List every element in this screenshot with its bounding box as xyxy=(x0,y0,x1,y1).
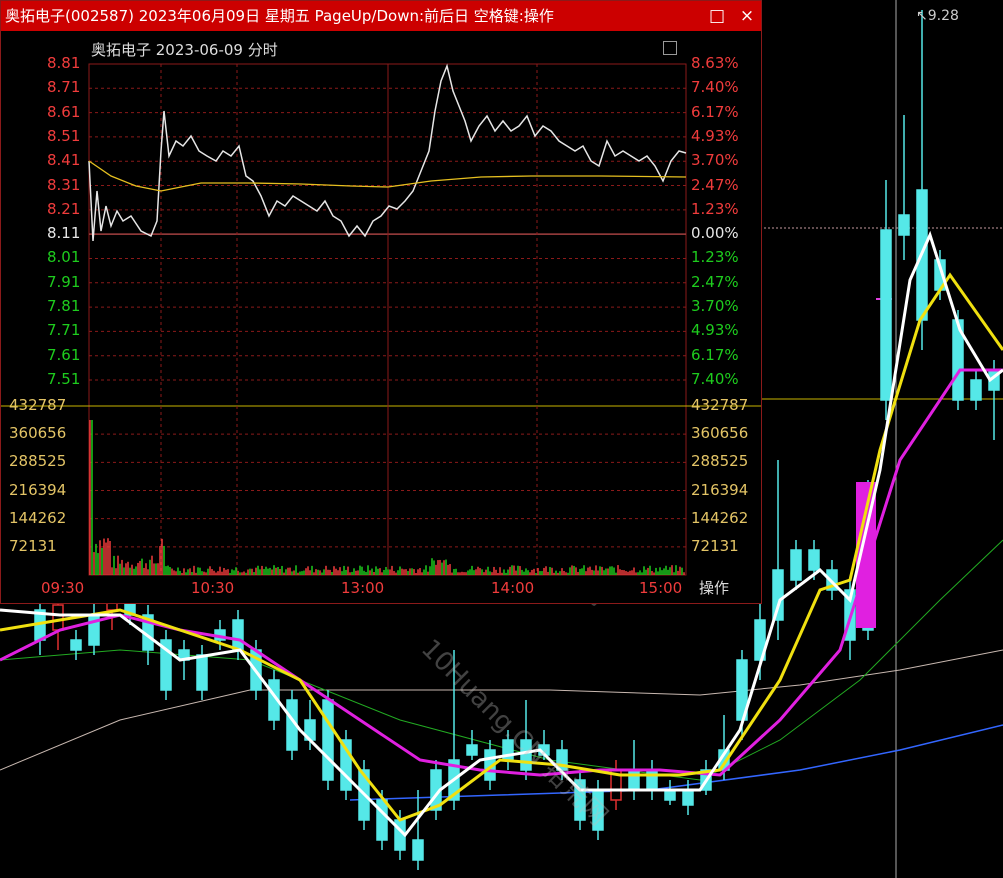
kline-candle-body xyxy=(466,744,478,756)
volume-axis-label-right: 432787 xyxy=(691,396,749,414)
intraday-chart-area[interactable]: 奥拓电子 2023-06-09 分时 8.81 8.71 8.61 8.51 8.41 8… xyxy=(1,31,761,603)
intraday-chart-title: 奥拓电子 2023-06-09 分时 xyxy=(91,41,278,59)
volume-axis-label-left: 216394 xyxy=(9,480,67,499)
kline-candle-body xyxy=(970,379,982,401)
price-axis-label: 8.41 xyxy=(47,151,81,170)
volume-axis-label-right: 288525 xyxy=(691,452,749,471)
panel-toggle-icon[interactable] xyxy=(663,41,677,55)
kline-candle-body xyxy=(322,699,334,781)
popup-title: 奥拓电子(002587) 2023年06月09日 星期五 PageUp/Down… xyxy=(5,7,554,25)
time-axis-label: 09:30 xyxy=(41,579,85,597)
high-price-value: 9.28 xyxy=(927,8,959,24)
price-axis-label: 7.61 xyxy=(47,345,81,364)
kline-candle-body xyxy=(628,769,640,791)
kline-candle-body xyxy=(52,604,64,631)
percent-axis-label: 8.63% xyxy=(691,54,739,72)
price-axis-label: 8.21 xyxy=(47,199,81,218)
high-price-marker: ↖9.28 xyxy=(916,8,959,24)
price-axis-label: 8.01 xyxy=(47,248,81,267)
percent-axis-label: 1.23% xyxy=(691,248,739,267)
operate-button[interactable]: 操作 xyxy=(699,577,729,598)
time-axis-label: 15:00 xyxy=(639,579,683,597)
kline-candle-body xyxy=(646,769,658,791)
volume-axis-label-right: 144262 xyxy=(691,508,749,527)
kline-candle-body xyxy=(772,569,784,621)
percent-axis-label: 6.17% xyxy=(691,345,739,364)
volume-axis-label-left: 72131 xyxy=(9,536,57,555)
close-icon: × xyxy=(739,6,755,26)
percent-axis-label: 4.93% xyxy=(691,321,739,340)
restore-button[interactable]: □ xyxy=(705,1,729,31)
time-axis-label: 13:00 xyxy=(341,579,385,597)
kline-candle-body xyxy=(808,549,820,571)
volume-axis-label-right: 360656 xyxy=(691,424,749,443)
kline-candle-body xyxy=(682,789,694,806)
price-axis-label: 8.71 xyxy=(47,78,81,97)
kline-candle-body xyxy=(376,799,388,841)
percent-axis-label: 0.00% xyxy=(691,224,739,243)
kline-candle-body xyxy=(790,549,802,581)
price-axis-label: 7.81 xyxy=(47,297,81,316)
volume-axis-label-left: 432787 xyxy=(9,396,67,414)
time-axis-label: 10:30 xyxy=(191,579,235,597)
percent-axis-label: 6.17% xyxy=(691,102,739,121)
percent-axis-label: 3.70% xyxy=(691,151,739,170)
volume-axis-label-right: 216394 xyxy=(691,480,749,499)
price-axis-label: 7.51 xyxy=(47,370,81,388)
price-axis-label: 8.81 xyxy=(47,54,81,72)
price-axis-label: 8.61 xyxy=(47,102,81,121)
percent-axis-label: 4.93% xyxy=(691,126,739,145)
percent-axis-label: 7.40% xyxy=(691,78,739,97)
restore-icon: □ xyxy=(708,6,726,26)
percent-axis-label: 1.23% xyxy=(691,199,739,218)
kline-candle-body xyxy=(412,839,424,861)
high-arrow-icon: ↖ xyxy=(916,8,928,24)
percent-axis-label: 2.47% xyxy=(691,272,739,291)
price-axis-label: 8.11 xyxy=(47,224,81,243)
kline-candle-body xyxy=(70,639,82,651)
percent-axis-label: 2.47% xyxy=(691,175,739,194)
popup-title-bar[interactable]: 奥拓电子(002587) 2023年06月09日 星期五 PageUp/Down… xyxy=(1,1,761,31)
volume-axis-label-right: 72131 xyxy=(691,536,739,555)
close-button[interactable]: × xyxy=(735,1,759,31)
time-axis-label: 14:00 xyxy=(491,579,535,597)
price-axis-label: 7.71 xyxy=(47,321,81,340)
percent-axis-label: 7.40% xyxy=(691,370,739,388)
kline-candle-body xyxy=(898,214,910,236)
price-axis-label: 8.31 xyxy=(47,175,81,194)
intraday-popup-window[interactable]: 奥拓电子(002587) 2023年06月09日 星期五 PageUp/Down… xyxy=(0,0,762,604)
price-axis-label: 7.91 xyxy=(47,272,81,291)
volume-axis-label-left: 144262 xyxy=(9,508,67,527)
kline-candle-body xyxy=(196,654,208,691)
kline-candle-body xyxy=(880,229,892,401)
percent-axis-label: 3.70% xyxy=(691,297,739,316)
intraday-chart-svg xyxy=(1,63,761,576)
volume-axis-label-left: 360656 xyxy=(9,424,67,443)
kline-candle-body xyxy=(232,619,244,651)
price-axis-label: 8.51 xyxy=(47,126,81,145)
volume-axis-label-left: 288525 xyxy=(9,452,67,471)
